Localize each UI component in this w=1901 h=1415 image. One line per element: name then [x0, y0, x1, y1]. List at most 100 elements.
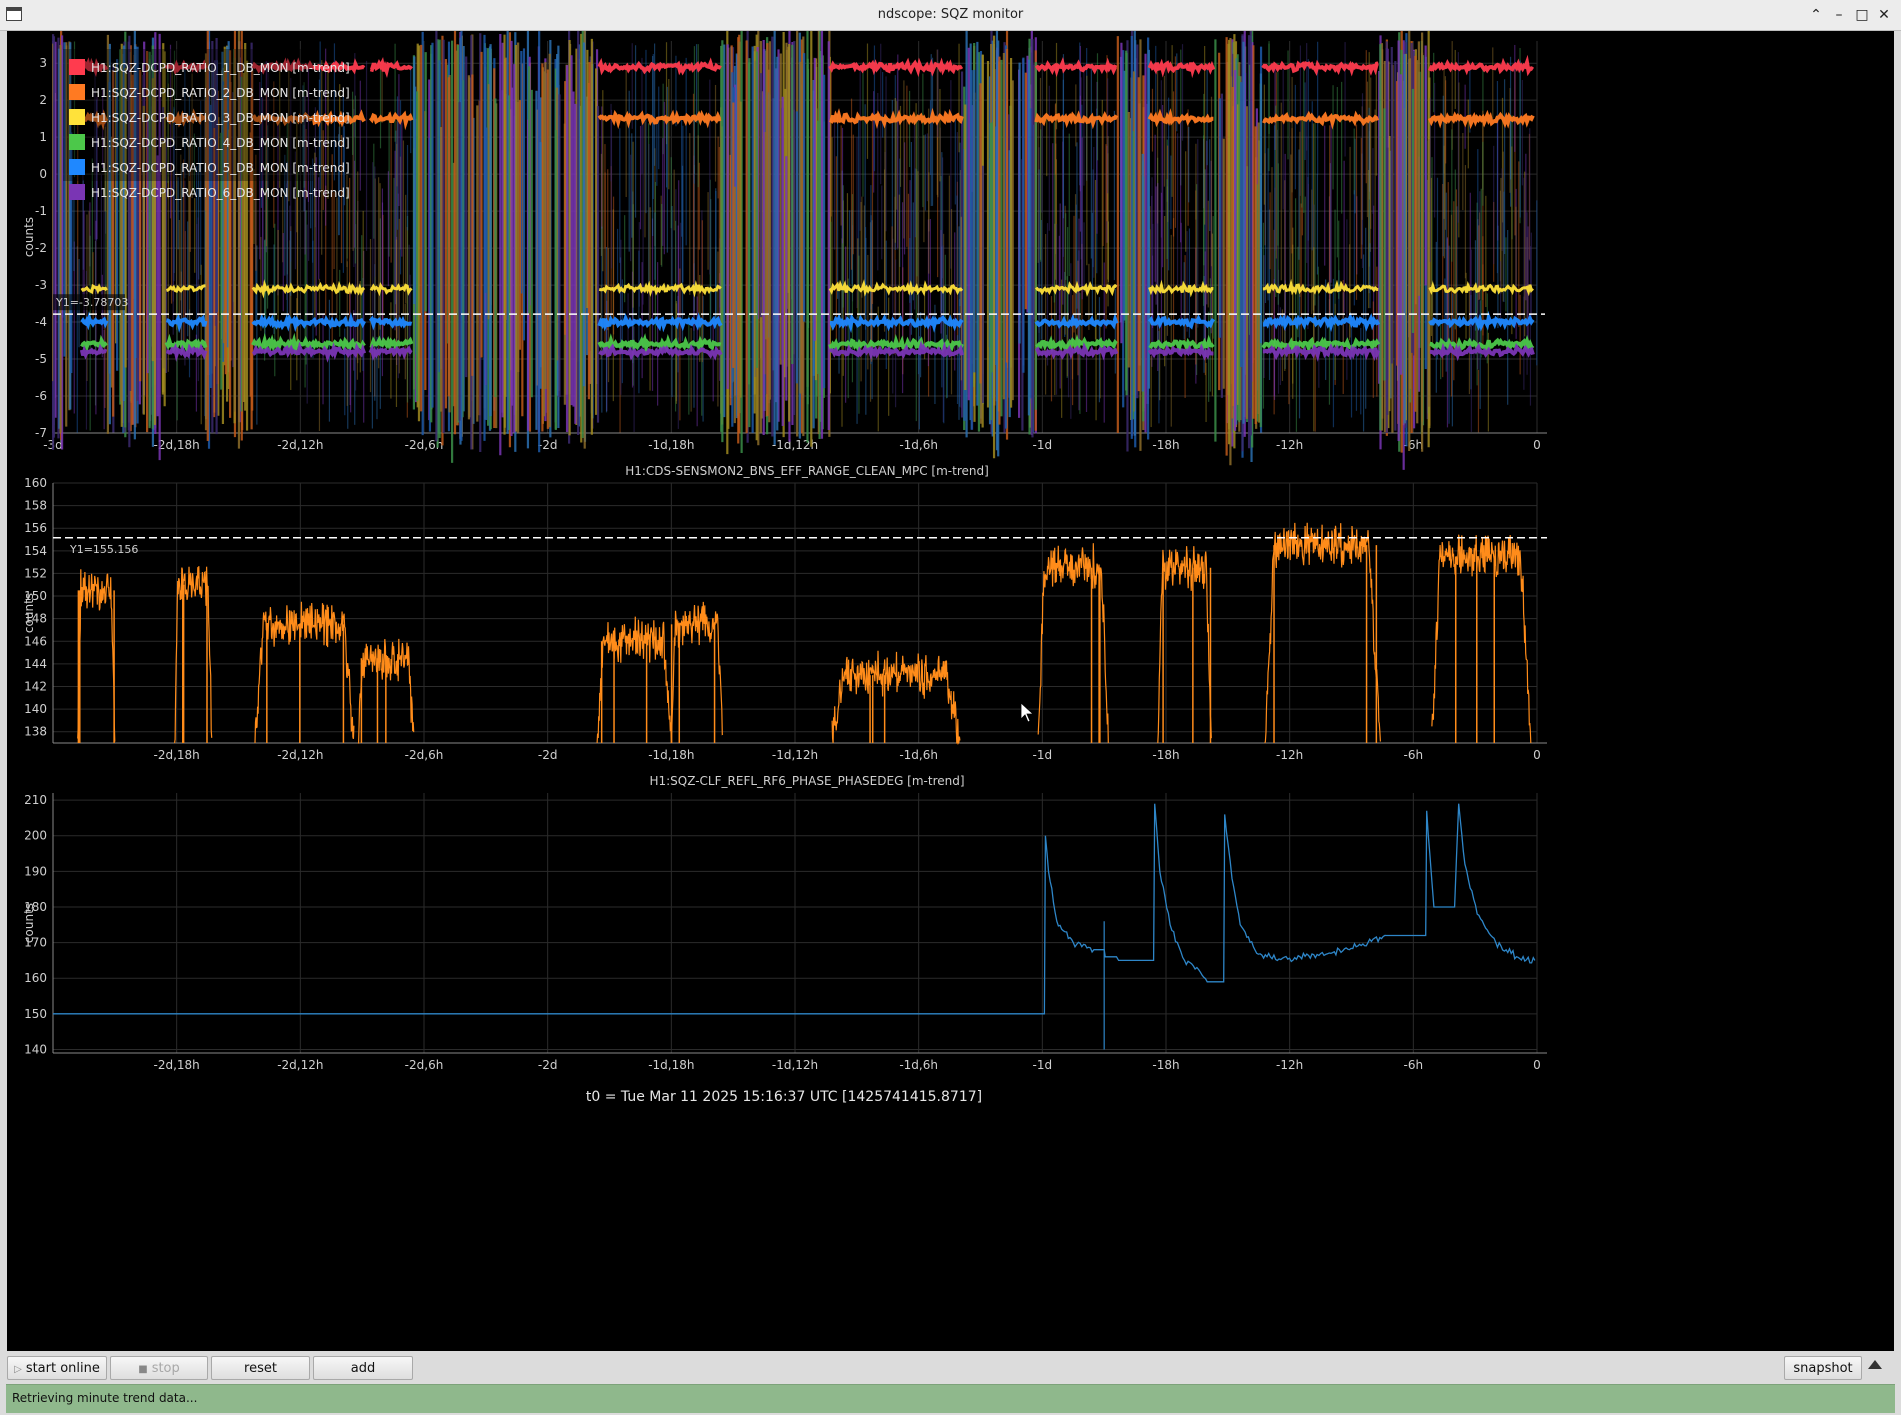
- x-tick-label: -6h: [1404, 1058, 1424, 1072]
- legend-swatch-ch6: [69, 184, 85, 200]
- add-channels-button[interactable]: add channels: [313, 1356, 413, 1398]
- series-line-ch6: [79, 343, 108, 360]
- x-tick-label: -18h: [1152, 438, 1179, 452]
- x-tick-label: -1d,6h: [899, 1058, 938, 1072]
- y-tick-label: 190: [24, 864, 47, 878]
- maximize-window-button[interactable]: □: [1852, 5, 1872, 25]
- y-tick-label: 140: [24, 702, 47, 716]
- series-line-ch1: [597, 57, 722, 76]
- legend-swatch-ch3: [69, 109, 85, 125]
- y-tick-label: 156: [24, 521, 47, 535]
- x-tick-label: 0: [1533, 748, 1541, 762]
- x-tick-label: -2d,12h: [277, 438, 323, 452]
- x-tick-label: -2d: [538, 748, 558, 762]
- x-tick-label: -1d,18h: [648, 438, 694, 452]
- series-line-ch1: [1261, 59, 1379, 77]
- y-tick-label: 160: [24, 476, 47, 490]
- start-online-button[interactable]: ▷ start online: [7, 1356, 107, 1380]
- y-tick-label: 140: [24, 1042, 47, 1056]
- window-title: ndscope: SQZ monitor: [877, 7, 1024, 22]
- y-axis-label: counts: [22, 593, 36, 633]
- series-line-ch1: [369, 56, 413, 78]
- series-line-ch5: [80, 311, 109, 331]
- y-tick-label: -4: [35, 315, 47, 329]
- range-segment-line: [77, 569, 116, 742]
- legend-swatch-ch2: [69, 84, 85, 100]
- y-tick-label: 144: [24, 657, 47, 671]
- x-tick-label: -2d,18h: [154, 748, 200, 762]
- y-tick-label: 1: [39, 130, 47, 144]
- range-segment-line: [174, 566, 213, 744]
- x-tick-label: -12h: [1276, 1058, 1303, 1072]
- series-line-ch4: [80, 334, 108, 355]
- y-tick-label: 152: [24, 566, 47, 580]
- series-line-ch3: [1262, 278, 1379, 296]
- range-segment-line: [596, 616, 672, 744]
- legend-label-ch2: H1:SQZ-DCPD_RATIO_2_DB_MON [m-trend]: [91, 86, 350, 100]
- series-line-ch4: [597, 333, 722, 356]
- x-tick-label: -18h: [1152, 748, 1179, 762]
- series-line-ch3: [1148, 279, 1214, 298]
- status-text: Retrieving minute trend data...: [12, 1391, 198, 1405]
- y-tick-label: 146: [24, 634, 47, 648]
- x-tick-label: 0: [1533, 438, 1541, 452]
- series-line-ch1: [1147, 58, 1216, 79]
- minimize-window-button[interactable]: –: [1829, 5, 1849, 25]
- stop-online-button[interactable]: ■stop online: [110, 1356, 208, 1399]
- series-line-ch5: [1034, 312, 1119, 330]
- legend-label-ch5: H1:SQZ-DCPD_RATIO_5_DB_MON [m-trend]: [91, 161, 350, 175]
- series-line-ch3: [80, 283, 108, 295]
- x-tick-label: 0: [1533, 1058, 1541, 1072]
- phase-series-line: [53, 803, 1536, 1015]
- x-tick-label: -1d: [1033, 748, 1053, 762]
- series-line-ch2: [368, 110, 414, 131]
- y1-cursor-label: Y1=-3.78703: [55, 296, 128, 309]
- x-tick-label: -18h: [1152, 1058, 1179, 1072]
- y-tick-label: 158: [24, 499, 47, 513]
- series-line-ch2: [828, 107, 964, 129]
- x-tick-label: -2d: [538, 1058, 558, 1072]
- x-tick-label: -12h: [1276, 748, 1303, 762]
- close-window-button[interactable]: ✕: [1874, 5, 1894, 25]
- y1-cursor-label-2: Y1=155.156: [69, 543, 138, 556]
- legend-label-ch6: H1:SQZ-DCPD_RATIO_6_DB_MON [m-trend]: [91, 186, 350, 200]
- shade-window-button[interactable]: ⌃: [1806, 5, 1826, 25]
- y-axis-label: counts: [22, 217, 36, 257]
- series-line-ch1: [828, 57, 964, 78]
- x-tick-label: -1d: [1033, 1058, 1053, 1072]
- x-tick-label: -1d,6h: [899, 748, 938, 762]
- legend-label-ch3: H1:SQZ-DCPD_RATIO_3_DB_MON [m-trend]: [91, 111, 350, 125]
- legend-label-ch1: H1:SQZ-DCPD_RATIO_1_DB_MON [m-trend]: [91, 61, 350, 75]
- y-axis-label: counts: [22, 903, 36, 943]
- y-tick-label: -1: [35, 204, 47, 218]
- y-tick-label: 160: [24, 971, 47, 985]
- y-tick-label: 3: [39, 56, 47, 70]
- x-tick-label: -12h: [1276, 438, 1303, 452]
- series-line-ch1: [1034, 56, 1118, 78]
- series-line-ch5: [1262, 312, 1381, 333]
- x-tick-label: -2d,6h: [405, 748, 444, 762]
- t0-label: t0 = Tue Mar 11 2025 15:16:37 UTC [14257…: [586, 1089, 982, 1105]
- x-tick-label: -1d,12h: [772, 748, 818, 762]
- y-tick-label: 138: [24, 725, 47, 739]
- y-tick-label: 154: [24, 544, 47, 558]
- range-segment-line: [254, 601, 355, 744]
- series-line-ch3: [165, 284, 206, 294]
- series-line-ch4: [251, 332, 366, 356]
- reset-button[interactable]: reset: [211, 1356, 310, 1380]
- plots-canvas[interactable]: 3210-1-2-3-4-5-6-7-3d-2d,18h-2d,12h-2d,6…: [7, 31, 1894, 1351]
- range-segment-line: [1264, 522, 1381, 744]
- y-tick-label: -6: [35, 389, 47, 403]
- y-tick-label: -5: [35, 352, 47, 366]
- y-tick-label: 0: [39, 167, 47, 181]
- x-tick-label: -1d: [1033, 438, 1053, 452]
- series-line-ch2: [1262, 110, 1380, 130]
- range-segment-line: [831, 650, 961, 746]
- series-line-ch2: [597, 109, 722, 130]
- stop-icon: ■: [138, 1364, 148, 1375]
- play-icon: ▷: [14, 1364, 22, 1375]
- plot-area: 3210-1-2-3-4-5-6-7-3d-2d,18h-2d,12h-2d,6…: [7, 31, 1894, 1351]
- snapshot-button[interactable]: snapshot: [1784, 1356, 1862, 1380]
- collapse-panel-icon[interactable]: [1868, 1360, 1882, 1369]
- x-tick-label: -2d: [538, 438, 558, 452]
